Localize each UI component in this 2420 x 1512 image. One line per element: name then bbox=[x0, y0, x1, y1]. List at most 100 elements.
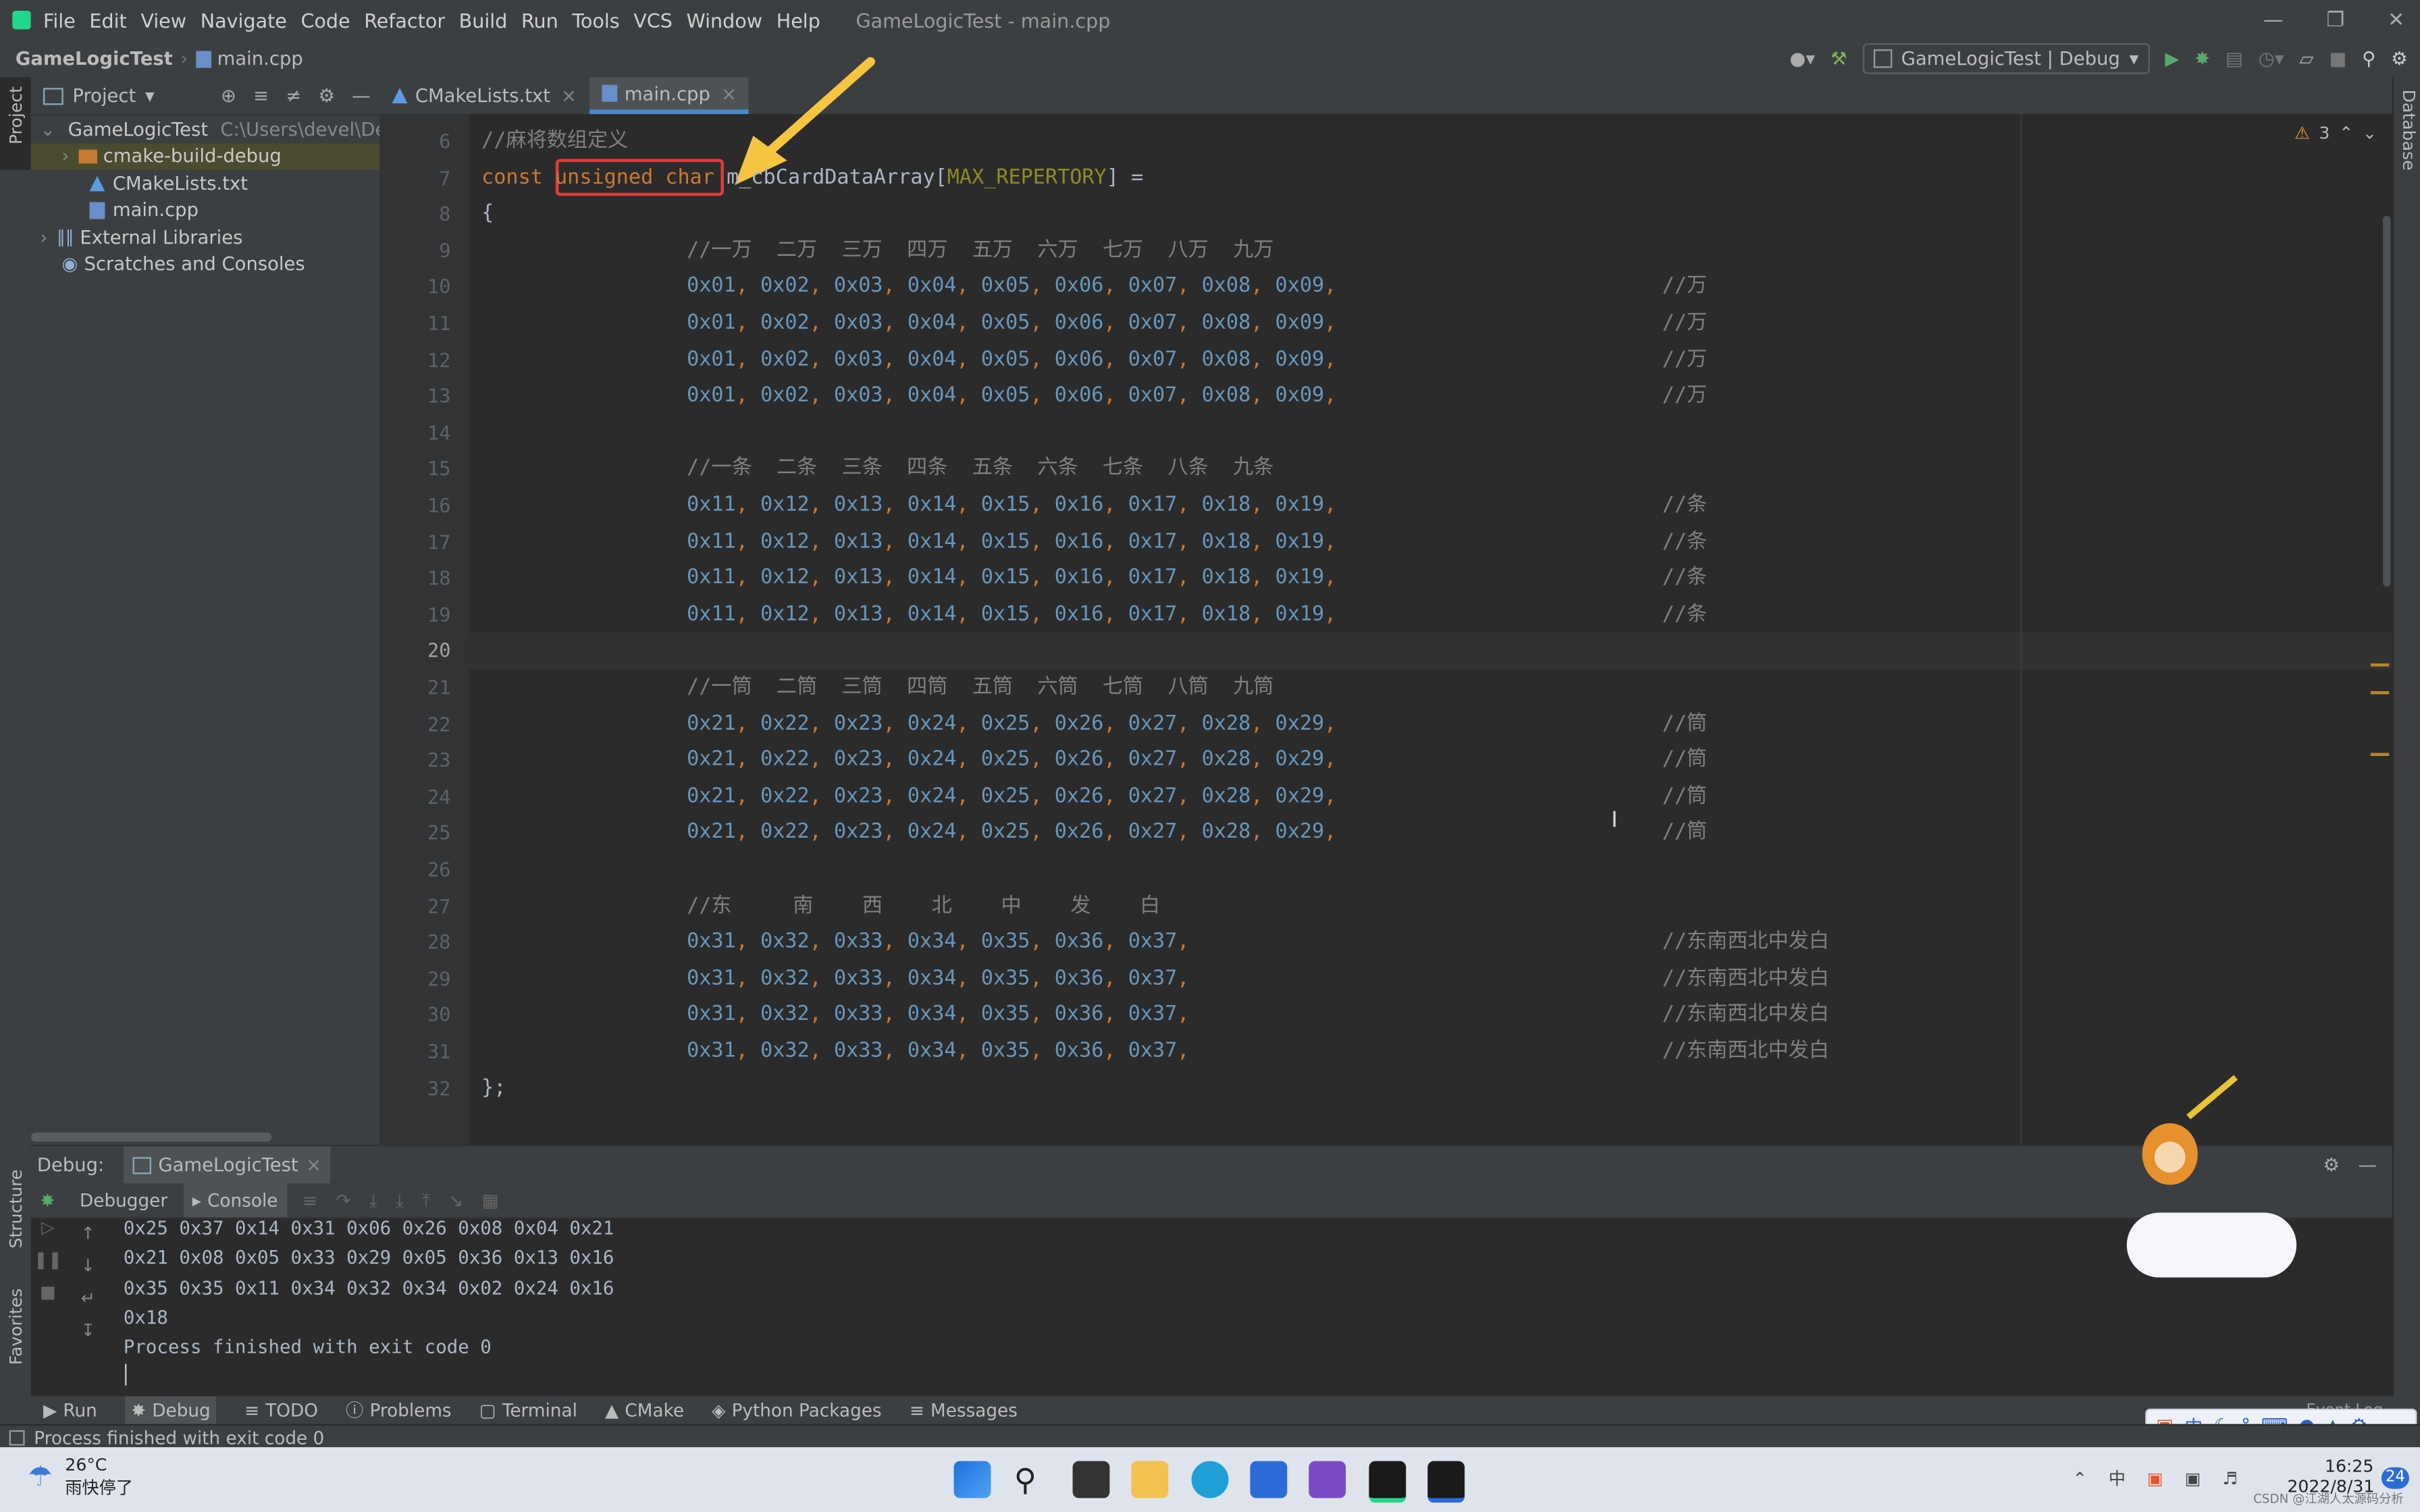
code-comment[interactable]: //东南西北中发白 bbox=[1662, 925, 1829, 961]
menu-vcs[interactable]: VCS bbox=[633, 9, 673, 32]
code-line[interactable]: 0x11, 0x12, 0x13, 0x14, 0x15, 0x16, 0x17… bbox=[687, 597, 1336, 633]
toolwindow-messages[interactable]: ≡ Messages bbox=[910, 1399, 1018, 1421]
code-line[interactable]: 0x11, 0x12, 0x13, 0x14, 0x15, 0x16, 0x17… bbox=[687, 560, 1336, 597]
line-number[interactable]: 6 bbox=[439, 130, 450, 153]
line-number[interactable]: 16 bbox=[427, 493, 450, 516]
file-explorer-icon[interactable] bbox=[1131, 1461, 1169, 1498]
search-icon[interactable]: ⚲ bbox=[1014, 1461, 1051, 1498]
code-line[interactable]: 0x01, 0x02, 0x03, 0x04, 0x05, 0x06, 0x07… bbox=[687, 342, 1336, 378]
toolwindow-debug[interactable]: ✸ Debug bbox=[124, 1396, 217, 1424]
debug-bug-icon[interactable]: ✸ bbox=[2194, 48, 2210, 70]
code-comment[interactable]: //东南西北中发白 bbox=[1662, 961, 1829, 998]
visual-studio-icon[interactable] bbox=[1309, 1461, 1346, 1498]
line-number[interactable]: 31 bbox=[427, 1040, 450, 1063]
minimize-icon[interactable]: — bbox=[2263, 9, 2284, 32]
code-comment[interactable]: //东南西北中发白 bbox=[1662, 1033, 1829, 1070]
chevron-down-icon[interactable]: ▾ bbox=[145, 85, 155, 107]
code-comment[interactable]: //筒 bbox=[1662, 706, 1707, 742]
code-comment[interactable]: //万 bbox=[1662, 269, 1707, 306]
line-number[interactable]: 17 bbox=[427, 530, 450, 553]
code-line[interactable]: 0x01, 0x02, 0x03, 0x04, 0x05, 0x06, 0x07… bbox=[687, 378, 1336, 414]
coverage-icon[interactable]: ▤ bbox=[2226, 48, 2243, 70]
tab-debugger[interactable]: Debugger bbox=[80, 1189, 167, 1211]
code-comment[interactable]: //筒 bbox=[1662, 779, 1707, 815]
line-number[interactable]: 26 bbox=[427, 858, 450, 881]
project-tool-tab[interactable]: Project bbox=[0, 77, 31, 170]
toolwindow-run[interactable]: ▶ Run bbox=[43, 1399, 97, 1421]
code-line[interactable]: 0x31, 0x32, 0x33, 0x34, 0x35, 0x36, 0x37… bbox=[687, 1033, 1189, 1070]
menu-build[interactable]: Build bbox=[459, 9, 508, 32]
code-line[interactable]: 0x31, 0x32, 0x33, 0x34, 0x35, 0x36, 0x37… bbox=[687, 925, 1189, 961]
database-tool-label[interactable]: Database bbox=[2398, 90, 2419, 171]
close-icon[interactable]: ✕ bbox=[2388, 9, 2404, 32]
menu-icon[interactable]: ≡ bbox=[302, 1189, 317, 1211]
step-over-icon[interactable]: ↷ bbox=[336, 1189, 350, 1211]
line-number[interactable]: 23 bbox=[427, 749, 450, 772]
tree-item-external-libraries[interactable]: › ‖‖ External Libraries bbox=[31, 223, 380, 250]
line-number[interactable]: 18 bbox=[427, 566, 450, 589]
volume-icon[interactable]: ♬ bbox=[2222, 1468, 2238, 1488]
stop-icon[interactable]: ■ bbox=[2329, 48, 2346, 70]
code-line[interactable]: 0x21, 0x22, 0x23, 0x24, 0x25, 0x26, 0x27… bbox=[687, 706, 1336, 742]
code-comment[interactable]: //筒 bbox=[1662, 742, 1707, 779]
toolwindow-problems[interactable]: ⓘ Problems bbox=[346, 1398, 452, 1423]
line-number[interactable]: 10 bbox=[427, 275, 450, 298]
chevron-right-icon[interactable]: › bbox=[40, 226, 47, 248]
line-number[interactable]: 8 bbox=[439, 202, 450, 225]
chevron-up-icon[interactable]: ⌃ bbox=[2073, 1468, 2087, 1488]
code-comment[interactable]: //一筒 二筒 三筒 四筒 五筒 六筒 七筒 八筒 九筒 bbox=[687, 670, 1273, 706]
debug-session-tab[interactable]: GameLogicTest × bbox=[122, 1146, 331, 1184]
menu-code[interactable]: Code bbox=[300, 9, 350, 32]
clion-icon[interactable] bbox=[1427, 1461, 1465, 1503]
build-hammer-icon[interactable]: ⚒ bbox=[1831, 48, 1847, 70]
code-comment[interactable]: //万 bbox=[1662, 342, 1707, 378]
breadcrumb-file[interactable]: main.cpp bbox=[217, 48, 303, 70]
code-comment[interactable]: //万 bbox=[1662, 378, 1707, 414]
code-line[interactable]: 0x01, 0x02, 0x03, 0x04, 0x05, 0x06, 0x07… bbox=[687, 269, 1336, 306]
code-line[interactable]: //麻将数组定义 bbox=[481, 124, 628, 160]
menu-window[interactable]: Window bbox=[686, 9, 762, 32]
code-comment[interactable]: //一万 二万 三万 四万 五万 六万 七万 八万 九万 bbox=[687, 233, 1273, 269]
line-number[interactable]: 11 bbox=[427, 312, 450, 335]
vertical-scrollbar[interactable] bbox=[2383, 215, 2391, 587]
force-step-into-icon[interactable]: ⤓ bbox=[396, 1189, 404, 1212]
code-line[interactable]: 0x01, 0x02, 0x03, 0x04, 0x05, 0x06, 0x07… bbox=[687, 306, 1336, 342]
weather-widget[interactable]: ☂ 26°C 雨快停了 bbox=[28, 1455, 133, 1499]
chevron-up-icon[interactable]: ⌃ bbox=[2339, 124, 2353, 144]
evaluate-icon[interactable]: ▦ bbox=[482, 1189, 499, 1211]
line-number[interactable]: 7 bbox=[439, 166, 450, 189]
network-icon[interactable]: ▣ bbox=[2185, 1468, 2201, 1488]
code-comment[interactable]: //条 bbox=[1662, 487, 1707, 524]
horizontal-scrollbar[interactable] bbox=[30, 1132, 272, 1142]
code-line[interactable]: 0x11, 0x12, 0x13, 0x14, 0x15, 0x16, 0x17… bbox=[687, 487, 1336, 524]
line-number[interactable]: 20 bbox=[427, 639, 450, 662]
start-icon[interactable] bbox=[953, 1461, 991, 1498]
edge-icon[interactable] bbox=[1191, 1461, 1229, 1498]
gear-icon[interactable]: ⚙ bbox=[318, 85, 335, 107]
user-icon[interactable]: ●▾ bbox=[1789, 48, 1815, 70]
code-line[interactable]: { bbox=[481, 196, 494, 233]
inspection-widget[interactable]: ⚠ 3 ⌃ ⌄ bbox=[2294, 124, 2377, 144]
code-line[interactable]: 0x21, 0x22, 0x23, 0x24, 0x25, 0x26, 0x27… bbox=[687, 815, 1336, 852]
profile-icon[interactable]: ◷▾ bbox=[2259, 48, 2284, 70]
attach-icon[interactable]: ▱ bbox=[2299, 48, 2313, 70]
rerun-icon[interactable]: ✸ bbox=[40, 1189, 55, 1211]
favorites-tool-label[interactable]: Favorites bbox=[6, 1289, 26, 1366]
code-line[interactable]: }; bbox=[481, 1070, 506, 1106]
chevron-down-icon[interactable]: ⌄ bbox=[40, 118, 55, 140]
code-line[interactable]: const unsigned char m_cbCardDataArray[MA… bbox=[481, 160, 1143, 196]
step-out-icon[interactable]: ⤒ bbox=[422, 1189, 430, 1212]
run-to-cursor-icon[interactable]: ↘ bbox=[448, 1189, 463, 1211]
tree-item-scratches[interactable]: ◉ Scratches and Consoles bbox=[31, 250, 380, 277]
code-comment[interactable]: //筒 bbox=[1662, 815, 1707, 852]
tree-item-cmake-build-debug[interactable]: › cmake-build-debug bbox=[30, 142, 380, 170]
code-comment[interactable]: //东南西北中发白 bbox=[1662, 997, 1829, 1033]
menu-file[interactable]: File bbox=[43, 9, 76, 32]
line-number[interactable]: 9 bbox=[439, 239, 450, 262]
line-number[interactable]: 30 bbox=[427, 1004, 450, 1027]
toolwindow-terminal[interactable]: ▢ Terminal bbox=[479, 1399, 577, 1421]
line-number[interactable]: 29 bbox=[427, 967, 450, 990]
code-comment[interactable]: //一条 二条 三条 四条 五条 六条 七条 八条 九条 bbox=[687, 451, 1273, 487]
code-editor[interactable]: ⚠ 3 ⌃ ⌄ I //麻将数组定义 const unsigned char m_… bbox=[469, 57, 2392, 1145]
line-number[interactable]: 19 bbox=[427, 603, 450, 626]
